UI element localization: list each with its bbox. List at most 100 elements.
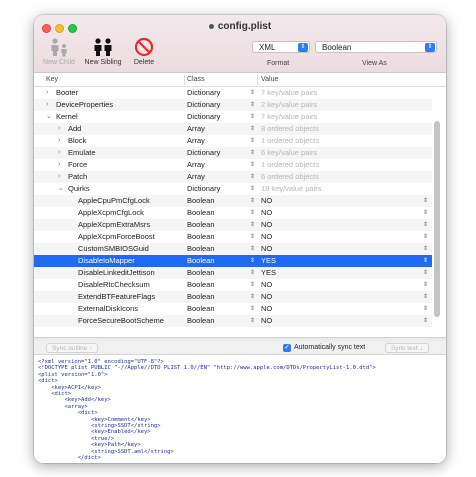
row-key[interactable]: Emulate (68, 147, 96, 159)
row-class[interactable]: Boolean (187, 315, 215, 327)
row-value[interactable]: NO (261, 195, 272, 207)
row-key[interactable]: AppleXcpmExtraMsrs (78, 219, 150, 231)
row-value[interactable]: 18 key/value pairs (261, 183, 321, 195)
row-value[interactable]: 8 ordered objects (261, 123, 319, 135)
class-stepper-icon[interactable]: ⇕ (250, 135, 255, 147)
value-stepper-icon[interactable]: ⇕ (423, 291, 428, 303)
row-value[interactable]: 2 key/value pairs (261, 99, 317, 111)
view-as-select[interactable]: Boolean ⇕ (315, 41, 437, 53)
sync-outline-button[interactable]: Sync outline ↑ (46, 343, 99, 353)
row-key[interactable]: Force (68, 159, 87, 171)
row-key[interactable]: Quirks (68, 183, 90, 195)
table-row[interactable]: AppleXcpmCfgLock Boolean ⇕ NO ⇕ (34, 207, 432, 219)
value-stepper-icon[interactable]: ⇕ (423, 207, 428, 219)
table-row[interactable]: › Patch Array ⇕ 6 ordered objects (34, 171, 432, 183)
row-value[interactable]: NO (261, 219, 272, 231)
row-key[interactable]: ForceSecureBootScheme (78, 315, 164, 327)
class-stepper-icon[interactable]: ⇕ (250, 171, 255, 183)
delete-button[interactable]: Delete (119, 37, 169, 66)
row-class[interactable]: Boolean (187, 231, 215, 243)
row-class[interactable]: Boolean (187, 255, 215, 267)
table-row[interactable]: DisableIoMapper Boolean ⇕ YES ⇕ (34, 255, 432, 267)
row-class[interactable]: Array (187, 135, 205, 147)
row-class[interactable]: Boolean (187, 243, 215, 255)
value-stepper-icon[interactable]: ⇕ (423, 231, 428, 243)
disclosure-triangle-icon[interactable]: › (46, 99, 48, 111)
row-value[interactable]: NO (261, 279, 272, 291)
value-stepper-icon[interactable]: ⇕ (423, 303, 428, 315)
table-row[interactable]: ⌄ Kernel Dictionary ⇕ 7 key/value pairs (34, 111, 432, 123)
class-stepper-icon[interactable]: ⇕ (250, 303, 255, 315)
column-header-key[interactable]: Key (46, 76, 58, 83)
class-stepper-icon[interactable]: ⇕ (250, 291, 255, 303)
table-row[interactable]: AppleCpuPmCfgLock Boolean ⇕ NO ⇕ (34, 195, 432, 207)
column-header-class[interactable]: Class (187, 76, 205, 83)
table-row[interactable]: › Add Array ⇕ 8 ordered objects (34, 123, 432, 135)
table-row[interactable]: › Emulate Dictionary ⇕ 6 key/value pairs (34, 147, 432, 159)
row-value[interactable]: YES (261, 267, 276, 279)
disclosure-triangle-icon[interactable]: ⌄ (46, 111, 52, 123)
disclosure-triangle-icon[interactable]: › (58, 123, 60, 135)
row-key[interactable]: DisableRtcChecksum (78, 279, 150, 291)
row-key[interactable]: DisableLinkeditJettison (78, 267, 155, 279)
class-stepper-icon[interactable]: ⇕ (250, 315, 255, 327)
row-class[interactable]: Boolean (187, 303, 215, 315)
class-stepper-icon[interactable]: ⇕ (250, 195, 255, 207)
row-class[interactable]: Dictionary (187, 183, 220, 195)
table-row[interactable]: › DeviceProperties Dictionary ⇕ 2 key/value … (34, 99, 432, 111)
row-key[interactable]: Patch (68, 171, 87, 183)
row-key[interactable]: Booter (56, 87, 78, 99)
disclosure-triangle-icon[interactable]: › (58, 159, 60, 171)
vertical-scrollbar[interactable] (434, 121, 440, 317)
table-row[interactable]: DisableLinkeditJettison Boolean ⇕ YES ⇕ (34, 267, 432, 279)
row-value[interactable]: 1 ordered objects (261, 135, 319, 147)
auto-sync-checkbox[interactable]: ✓ (283, 344, 291, 352)
row-class[interactable]: Boolean (187, 267, 215, 279)
new-child-button[interactable]: New Child (34, 37, 84, 66)
disclosure-triangle-icon[interactable]: › (58, 135, 60, 147)
value-stepper-icon[interactable]: ⇕ (423, 279, 428, 291)
class-stepper-icon[interactable]: ⇕ (250, 111, 255, 123)
row-value[interactable]: NO (261, 291, 272, 303)
row-key[interactable]: AppleXcpmCfgLock (78, 207, 144, 219)
row-value[interactable]: NO (261, 303, 272, 315)
row-value[interactable]: 7 key/value pairs (261, 111, 317, 123)
class-stepper-icon[interactable]: ⇕ (250, 255, 255, 267)
row-value[interactable]: 1 ordered objects (261, 159, 319, 171)
class-stepper-icon[interactable]: ⇕ (250, 159, 255, 171)
class-stepper-icon[interactable]: ⇕ (250, 183, 255, 195)
row-class[interactable]: Boolean (187, 279, 215, 291)
row-class[interactable]: Array (187, 159, 205, 171)
class-stepper-icon[interactable]: ⇕ (250, 99, 255, 111)
table-row[interactable]: DisableRtcChecksum Boolean ⇕ NO ⇕ (34, 279, 432, 291)
value-stepper-icon[interactable]: ⇕ (423, 315, 428, 327)
format-select[interactable]: XML ⇕ (252, 41, 310, 53)
value-stepper-icon[interactable]: ⇕ (423, 243, 428, 255)
row-value[interactable]: NO (261, 243, 272, 255)
row-value[interactable]: NO (261, 315, 272, 327)
row-class[interactable]: Boolean (187, 219, 215, 231)
class-stepper-icon[interactable]: ⇕ (250, 279, 255, 291)
value-stepper-icon[interactable]: ⇕ (423, 255, 428, 267)
class-stepper-icon[interactable]: ⇕ (250, 243, 255, 255)
table-row[interactable]: ExtendBTFeatureFlags Boolean ⇕ NO ⇕ (34, 291, 432, 303)
sync-text-button[interactable]: Sync text ↓ (385, 343, 429, 353)
disclosure-triangle-icon[interactable]: › (58, 147, 60, 159)
disclosure-triangle-icon[interactable]: › (58, 171, 60, 183)
row-class[interactable]: Dictionary (187, 87, 220, 99)
class-stepper-icon[interactable]: ⇕ (250, 207, 255, 219)
row-value[interactable]: YES (261, 255, 276, 267)
row-key[interactable]: DeviceProperties (56, 99, 113, 111)
row-class[interactable]: Boolean (187, 195, 215, 207)
row-class[interactable]: Array (187, 171, 205, 183)
row-class[interactable]: Boolean (187, 207, 215, 219)
row-value[interactable]: 6 key/value pairs (261, 147, 317, 159)
row-value[interactable]: 6 ordered objects (261, 171, 319, 183)
class-stepper-icon[interactable]: ⇕ (250, 87, 255, 99)
row-value[interactable]: NO (261, 207, 272, 219)
value-stepper-icon[interactable]: ⇕ (423, 195, 428, 207)
table-row[interactable]: › Force Array ⇕ 1 ordered objects (34, 159, 432, 171)
table-row[interactable]: ForceSecureBootScheme Boolean ⇕ NO ⇕ (34, 315, 432, 327)
row-key[interactable]: ExtendBTFeatureFlags (78, 291, 155, 303)
row-key[interactable]: Kernel (56, 111, 78, 123)
